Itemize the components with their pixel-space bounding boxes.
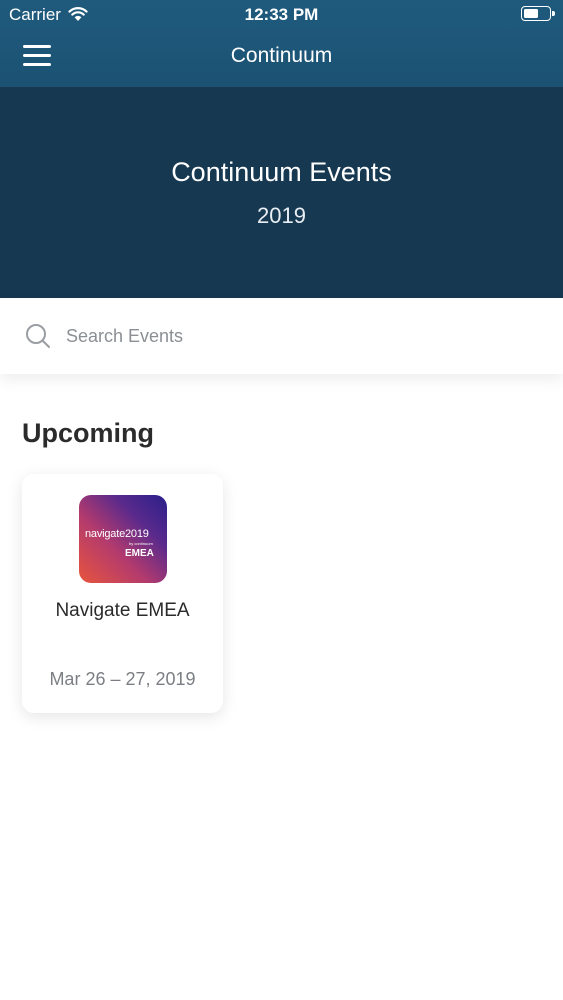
- search-icon[interactable]: [25, 323, 51, 349]
- event-logo-byline: by continuum: [129, 541, 153, 546]
- section-title-upcoming: Upcoming: [22, 418, 154, 448]
- hero-banner: Continuum Events 2019: [0, 87, 563, 298]
- top-bar: Carrier 12:33 PM Continuum: [0, 0, 563, 87]
- app-screen: Carrier 12:33 PM Continuum Continuum Eve…: [0, 0, 563, 1000]
- search-bar: [0, 298, 563, 374]
- status-bar: Carrier 12:33 PM: [0, 0, 563, 30]
- status-time: 12:33 PM: [244, 5, 319, 24]
- event-logo: navigate2019 by continuum EMEA: [79, 495, 167, 583]
- hero-title: Continuum Events: [171, 157, 392, 187]
- hero-year: 2019: [257, 203, 306, 228]
- event-card[interactable]: navigate2019 by continuum EMEA Navigate …: [22, 474, 223, 713]
- battery-nub: [552, 10, 555, 16]
- event-date: Mar 26 – 27, 2019: [49, 669, 196, 689]
- search-input[interactable]: [66, 321, 536, 351]
- nav-bar: Continuum: [0, 30, 563, 87]
- event-logo-region: EMEA: [125, 548, 154, 559]
- nav-title: Continuum: [230, 44, 333, 67]
- event-name: Navigate EMEA: [55, 600, 190, 621]
- event-logo-text: navigate2019: [85, 528, 149, 540]
- battery-icon: [521, 6, 555, 21]
- battery-level: [524, 9, 539, 18]
